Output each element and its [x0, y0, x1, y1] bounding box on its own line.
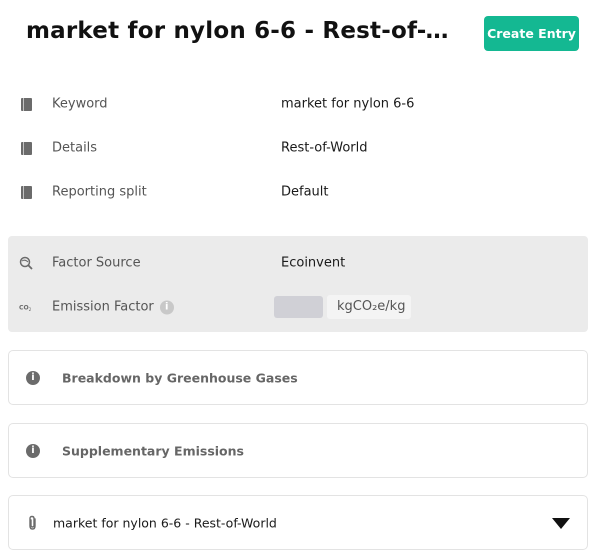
svg-text:CO: CO — [19, 305, 29, 312]
page-title: market for nylon 6-6 - Rest-of-World — [26, 18, 466, 44]
page-header: market for nylon 6-6 - Rest-of-World Cre… — [0, 0, 600, 70]
breakdown-card[interactable]: i Breakdown by Greenhouse Gases — [8, 350, 588, 405]
reporting-split-label: Reporting split — [52, 184, 147, 200]
caret-down-icon[interactable] — [552, 518, 570, 529]
details-row: Details Rest-of-World — [0, 128, 600, 168]
factor-source-row: Factor Source Ecoinvent — [0, 243, 600, 283]
emission-factor-label: Emission Factor i — [52, 300, 174, 315]
breakdown-label: Breakdown by Greenhouse Gases — [62, 370, 298, 385]
source-card[interactable]: market for nylon 6-6 - Rest-of-World — [8, 495, 588, 550]
info-icon[interactable]: i — [159, 300, 174, 314]
paperclip-icon — [26, 515, 40, 531]
reporting-split-value: Default — [281, 184, 329, 200]
emission-factor-value-field[interactable] — [274, 296, 323, 318]
details-label: Details — [52, 140, 98, 156]
supplementary-emissions-card[interactable]: i Supplementary Emissions — [8, 423, 588, 478]
search-globe-icon — [19, 256, 33, 270]
factor-source-value: Ecoinvent — [281, 255, 346, 271]
reporting-split-row: Reporting split Default — [0, 172, 600, 212]
co2-icon: CO 2 — [19, 300, 33, 314]
emission-factor-label-text: Emission Factor — [52, 299, 154, 315]
svg-text:2: 2 — [29, 307, 32, 312]
keyword-value: market for nylon 6-6 — [281, 96, 415, 112]
keyword-label: Keyword — [52, 96, 108, 112]
emission-factor-unit: kgCO₂e/kg — [327, 295, 411, 319]
create-entry-button[interactable]: Create Entry — [484, 16, 579, 51]
book-icon — [19, 185, 33, 199]
book-icon — [19, 97, 33, 111]
info-icon: i — [26, 443, 40, 458]
info-icon: i — [26, 370, 40, 385]
book-icon — [19, 141, 33, 155]
source-label: market for nylon 6-6 - Rest-of-World — [53, 515, 277, 530]
factor-source-label: Factor Source — [52, 255, 141, 271]
details-value: Rest-of-World — [281, 140, 368, 156]
keyword-row: Keyword market for nylon 6-6 — [0, 84, 600, 124]
supplementary-emissions-label: Supplementary Emissions — [62, 443, 244, 458]
